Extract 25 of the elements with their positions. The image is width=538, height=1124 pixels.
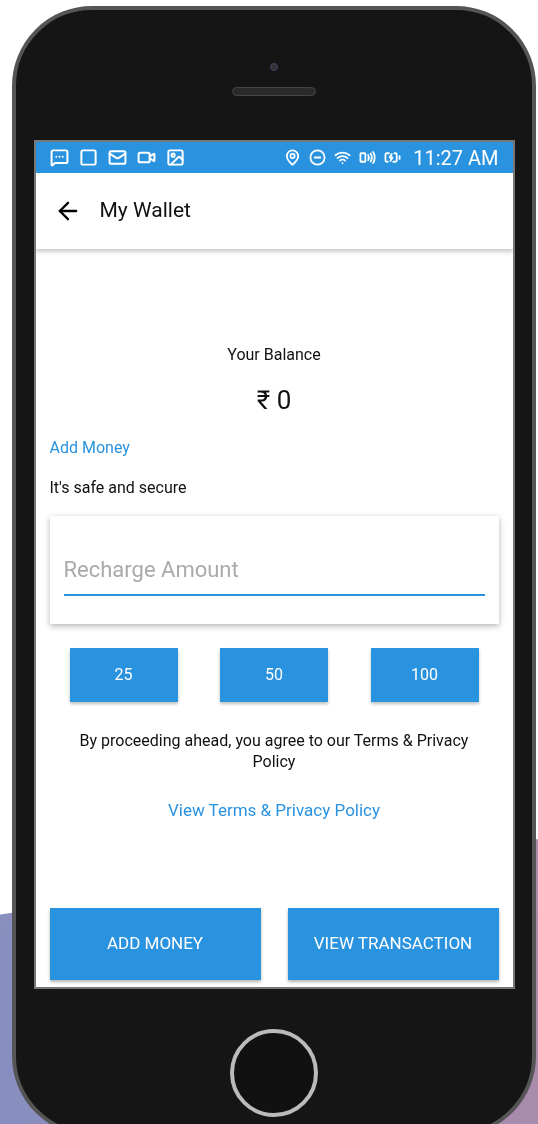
terms-text: By proceeding ahead, you agree to our Terms & Privacy Policy bbox=[78, 730, 470, 772]
quick-amount-button[interactable]: 100 bbox=[370, 648, 479, 702]
recharge-amount-field[interactable]: Recharge Amount bbox=[63, 544, 485, 596]
do-not-disturb-icon bbox=[309, 149, 327, 166]
wifi-icon bbox=[334, 149, 352, 166]
speaker-icon bbox=[232, 86, 316, 96]
quick-amount-button[interactable]: 50 bbox=[220, 648, 328, 702]
balance-amount: ₹ 0 bbox=[256, 384, 292, 417]
action-button[interactable]: VIEW TRANSACTION bbox=[287, 907, 499, 980]
status-time: 11:27 AM bbox=[413, 144, 499, 172]
location-pin-icon bbox=[284, 149, 302, 166]
image-icon bbox=[165, 148, 185, 167]
battery-charging-icon bbox=[384, 149, 402, 166]
app-title: My Wallet bbox=[99, 197, 191, 225]
camera-icon bbox=[270, 62, 278, 71]
action-button[interactable]: ADD MONEY bbox=[49, 907, 261, 980]
quick-amount-button[interactable]: 25 bbox=[69, 648, 178, 702]
balance-label: Your Balance bbox=[227, 344, 321, 366]
terms-link[interactable]: View Terms & Privacy Policy bbox=[167, 798, 381, 824]
message-icon bbox=[49, 148, 69, 167]
mail-icon bbox=[107, 148, 127, 167]
phone-icon bbox=[359, 149, 377, 166]
add-money-link[interactable]: Add Money bbox=[49, 436, 130, 460]
safety-note: It's safe and secure bbox=[49, 477, 188, 499]
square-icon bbox=[78, 148, 98, 167]
